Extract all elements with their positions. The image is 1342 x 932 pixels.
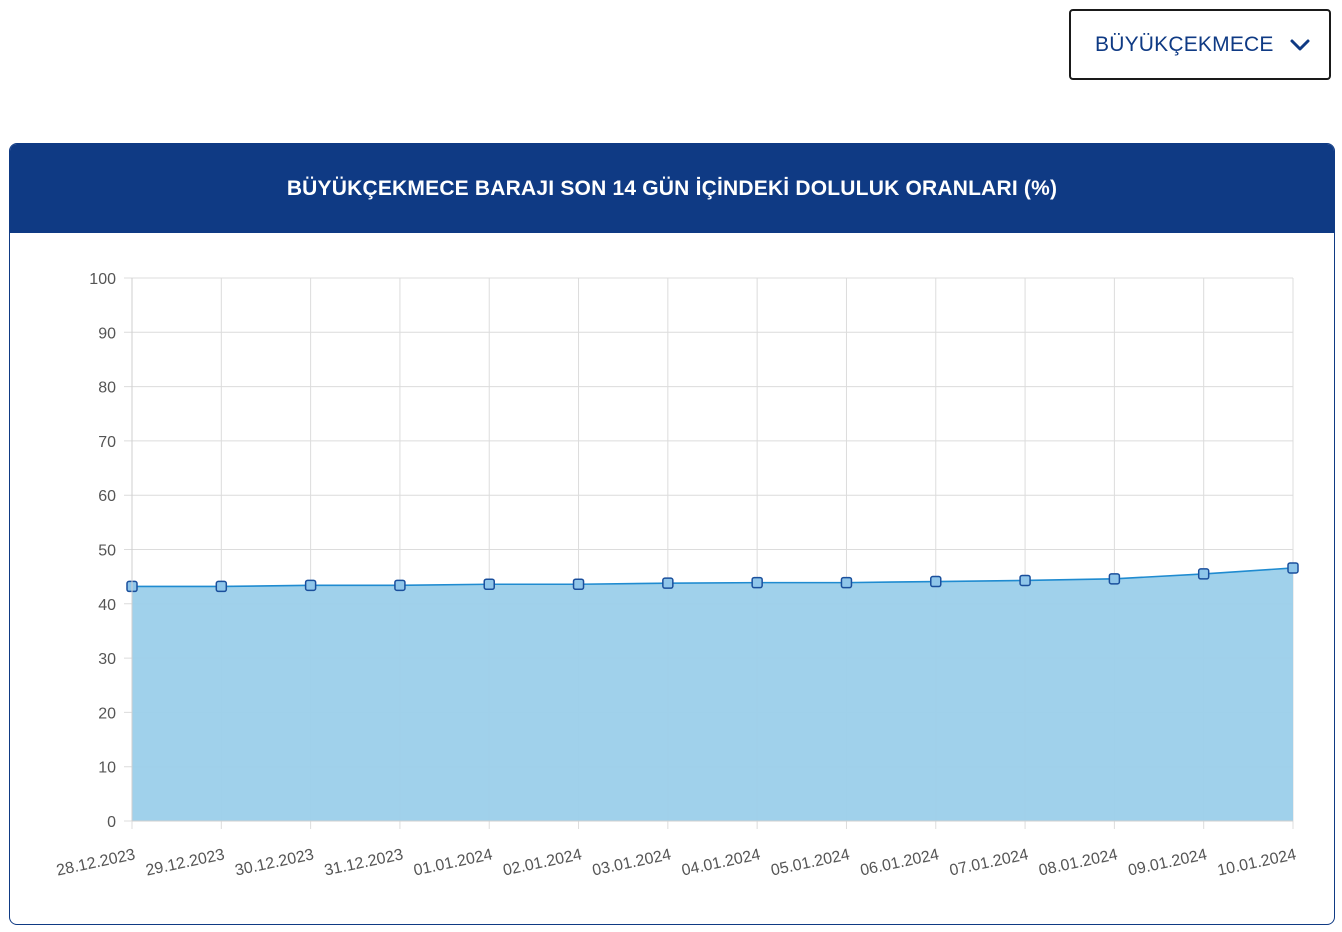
- y-tick-label: 60: [98, 488, 116, 505]
- x-tick-label: 02.01.2024: [502, 846, 584, 879]
- x-tick-label: 31.12.2023: [323, 846, 405, 879]
- y-tick-label: 80: [98, 380, 116, 397]
- y-tick-label: 20: [98, 705, 116, 722]
- x-tick-label: 03.01.2024: [591, 846, 673, 879]
- data-point-marker: [662, 577, 674, 589]
- data-point-marker: [840, 576, 853, 589]
- chart-card: BÜYÜKÇEKMECE BARAJI SON 14 GÜN İÇİNDEKİ …: [9, 143, 1335, 925]
- x-tick-label: 04.01.2024: [680, 846, 762, 879]
- x-tick-label: 05.01.2024: [769, 846, 851, 879]
- x-tick-label: 09.01.2024: [1127, 846, 1209, 879]
- data-point-marker: [483, 578, 495, 591]
- data-point-marker: [1108, 573, 1121, 585]
- x-tick-label: 28.12.2023: [55, 846, 137, 879]
- data-point-marker: [215, 580, 228, 593]
- chart-title: BÜYÜKÇEKMECE BARAJI SON 14 GÜN İÇİNDEKİ …: [286, 176, 1058, 200]
- x-tick-label: 08.01.2024: [1037, 846, 1119, 879]
- fill-rate-area-chart: 0 10 20 30 40 50 60 70 80 90 100 28.12.2023 29.12.20…: [55, 271, 1299, 880]
- y-tick-label: 90: [98, 325, 116, 342]
- x-tick-label: 10.01.2024: [1216, 846, 1298, 879]
- data-point-marker: [751, 576, 763, 589]
- data-point-marker: [572, 578, 585, 591]
- x-tick-label: 29.12.2023: [144, 846, 226, 879]
- chart-header: BÜYÜKÇEKMECE BARAJI SON 14 GÜN İÇİNDEKİ …: [10, 144, 1334, 233]
- y-tick-label: 40: [98, 597, 116, 614]
- chevron-down-icon: [1290, 39, 1310, 51]
- x-tick-label: 07.01.2024: [948, 846, 1030, 879]
- x-tick-label: 30.12.2023: [234, 846, 316, 879]
- y-tick-label: 70: [98, 434, 116, 451]
- data-point-marker: [930, 575, 942, 588]
- data-point-marker: [1019, 574, 1031, 587]
- data-point-marker: [394, 579, 406, 592]
- y-tick-label: 30: [98, 651, 116, 668]
- y-tick-label: 50: [98, 543, 116, 560]
- x-tick-label: 01.01.2024: [412, 846, 494, 879]
- dam-select-value: BÜYÜKÇEKMECE: [1095, 32, 1274, 56]
- data-point-marker: [1287, 562, 1299, 574]
- series-area: [132, 567, 1293, 821]
- y-tick-label: 0: [107, 814, 116, 831]
- y-tick-label: 10: [98, 760, 116, 777]
- data-point-marker: [304, 579, 317, 592]
- y-tick-label: 100: [89, 271, 116, 288]
- data-point-marker: [1197, 568, 1210, 580]
- x-tick-label: 06.01.2024: [859, 846, 941, 879]
- dam-select-dropdown[interactable]: BÜYÜKÇEKMECE: [1069, 9, 1331, 80]
